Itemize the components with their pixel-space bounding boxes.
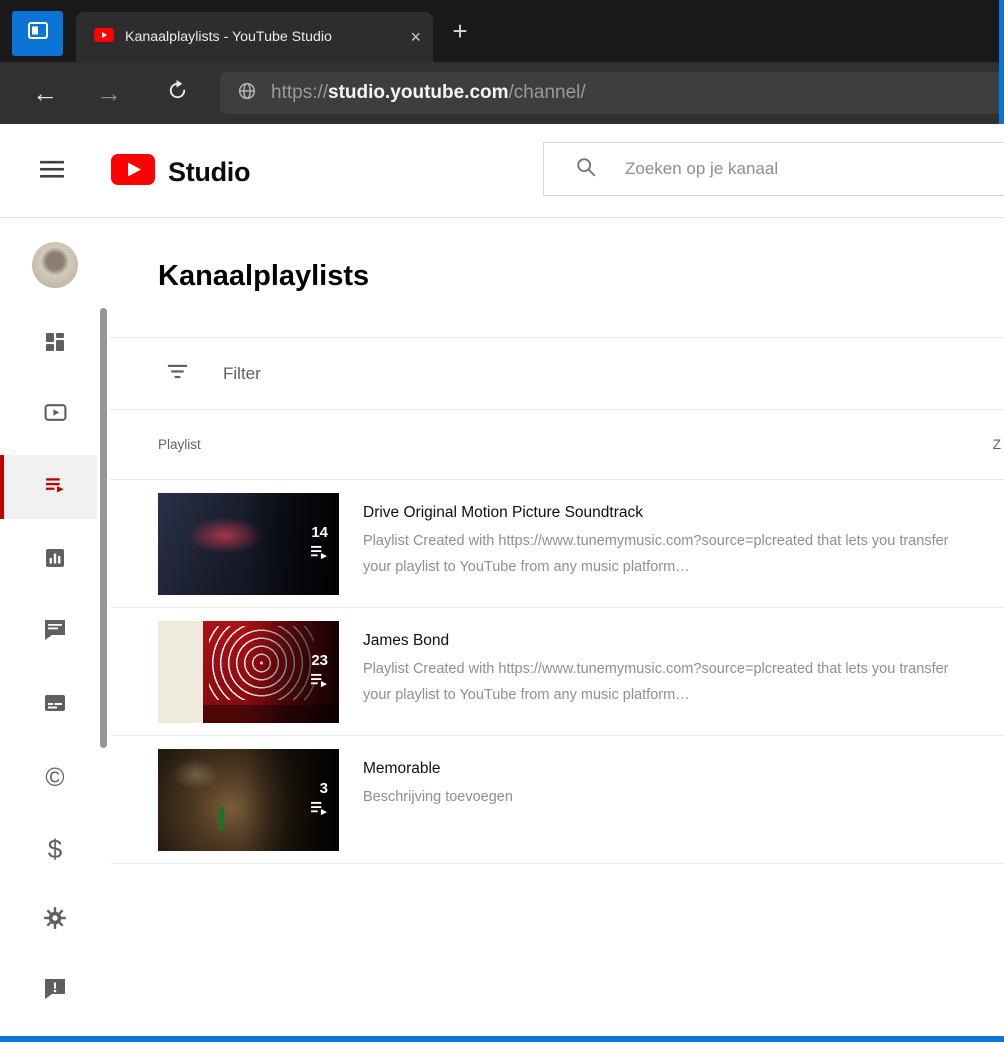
browser-tab-bar: Kanaalplaylists - YouTube Studio × + [0, 0, 1004, 62]
sidebar-item-feedback[interactable] [0, 959, 110, 1023]
url-text: https://studio.youtube.com/channel/ [271, 82, 586, 104]
playlist-row[interactable]: 3 Memorable Beschrijving toevoegen [110, 736, 1004, 864]
playlist-title[interactable]: Drive Original Motion Picture Soundtrack [363, 504, 988, 522]
browser-tab[interactable]: Kanaalplaylists - YouTube Studio × [76, 12, 433, 62]
playlist-description: Playlist Created with https://www.tunemy… [363, 661, 949, 703]
youtube-favicon [94, 27, 114, 47]
refresh-button[interactable] [156, 62, 198, 124]
filter-bar[interactable]: Filter [110, 337, 1004, 410]
filter-icon [166, 360, 189, 388]
playlist-row[interactable]: 14 Drive Original Motion Picture Soundtr… [110, 480, 1004, 608]
copyright-icon: © [45, 762, 65, 792]
url-scheme: https:// [271, 82, 329, 103]
dashboard-icon [43, 330, 67, 359]
filter-label: Filter [223, 363, 261, 383]
url-domain: studio.youtube.com [328, 82, 509, 103]
playlist-stack-icon [311, 673, 328, 693]
table-header-row: Playlist Z [110, 410, 1004, 480]
search-input[interactable] [625, 159, 945, 179]
studio-sidebar: © $ [0, 218, 110, 1036]
playlist-thumbnail[interactable]: 14 [158, 493, 339, 595]
playlist-description: Playlist Created with https://www.tunemy… [363, 533, 949, 575]
channel-search-box[interactable] [543, 142, 1004, 196]
sidebar-item-comments[interactable] [0, 600, 110, 664]
forward-button[interactable]: → [88, 62, 130, 124]
tab-close-icon[interactable]: × [410, 27, 421, 48]
studio-logo[interactable]: Studio [111, 154, 250, 190]
sidebar-item-analytics[interactable] [0, 528, 110, 592]
playlist-thumbnail[interactable]: 23 [158, 621, 339, 723]
playlist-stack-icon [311, 545, 328, 565]
playlist-count: 14 [311, 523, 328, 541]
browser-window-icon [26, 19, 50, 48]
comments-icon [43, 618, 67, 647]
studio-wordmark: Studio [168, 156, 251, 187]
playlist-title[interactable]: James Bond [363, 632, 988, 650]
playlist-title[interactable]: Memorable [363, 760, 988, 778]
new-tab-button[interactable]: + [444, 0, 476, 62]
visibility-column-header: Z [992, 437, 1001, 452]
back-button[interactable]: ← [24, 62, 66, 124]
playlist-thumbnail[interactable]: 3 [158, 749, 339, 851]
playlist-count: 3 [319, 779, 328, 797]
playlist-count-overlay: 23 [244, 621, 339, 723]
search-icon [575, 156, 597, 183]
content-icon [43, 400, 68, 430]
analytics-icon [43, 546, 67, 575]
sidebar-item-playlists[interactable] [0, 455, 110, 519]
playlist-stack-icon [311, 801, 328, 821]
sidebar-item-settings[interactable] [0, 888, 110, 952]
sidebar-item-subtitles[interactable] [0, 673, 110, 737]
feedback-icon [43, 977, 67, 1006]
browser-toolbar: ← → https://studio.youtube.com/channel/ [0, 62, 1004, 124]
tab-title: Kanaalplaylists - YouTube Studio [125, 29, 332, 45]
sidebar-item-content[interactable] [0, 383, 110, 447]
sidebar-item-copyright[interactable]: © [0, 745, 110, 809]
playlist-info: Drive Original Motion Picture Soundtrack… [363, 504, 988, 580]
playlist-count: 23 [311, 651, 328, 669]
window-border-right [999, 0, 1004, 124]
youtube-logo-icon [111, 154, 155, 190]
playlist-column-header: Playlist [158, 437, 201, 452]
playlist-info: James Bond Playlist Created with https:/… [363, 632, 988, 708]
subtitles-icon [43, 691, 67, 720]
url-path: /channel/ [508, 82, 586, 103]
browser-logo-button[interactable] [12, 11, 63, 56]
studio-header: Studio [0, 124, 1004, 218]
playlist-description: Beschrijving toevoegen [363, 789, 513, 805]
playlists-icon [43, 472, 68, 502]
thumbnail-art [172, 759, 220, 790]
sidebar-scrollbar[interactable] [100, 308, 107, 748]
sidebar-item-monetization[interactable]: $ [0, 817, 110, 881]
thumbnail-art [217, 806, 224, 831]
thumbnail-art [158, 621, 204, 723]
menu-button[interactable] [38, 157, 66, 185]
playlist-info: Memorable Beschrijving toevoegen [363, 760, 988, 810]
playlist-row[interactable]: 23 James Bond Playlist Created with http… [110, 608, 1004, 736]
playlist-count-overlay: 3 [244, 749, 339, 851]
main-content: Kanaalplaylists Filter Playlist Z 14 Dri… [110, 218, 1004, 1036]
hamburger-icon [39, 156, 65, 187]
avatar[interactable] [32, 242, 78, 288]
address-bar[interactable]: https://studio.youtube.com/channel/ [220, 72, 1004, 114]
playlist-count-overlay: 14 [244, 493, 339, 595]
globe-icon [236, 80, 258, 107]
window-border-bottom [0, 1036, 1004, 1042]
refresh-icon [166, 78, 189, 109]
page-title: Kanaalplaylists [158, 260, 370, 292]
browser-window: Kanaalplaylists - YouTube Studio × + ← →… [0, 0, 1004, 1042]
sidebar-item-dashboard[interactable] [0, 312, 110, 376]
gear-icon [42, 905, 68, 936]
monetization-icon: $ [47, 834, 63, 864]
